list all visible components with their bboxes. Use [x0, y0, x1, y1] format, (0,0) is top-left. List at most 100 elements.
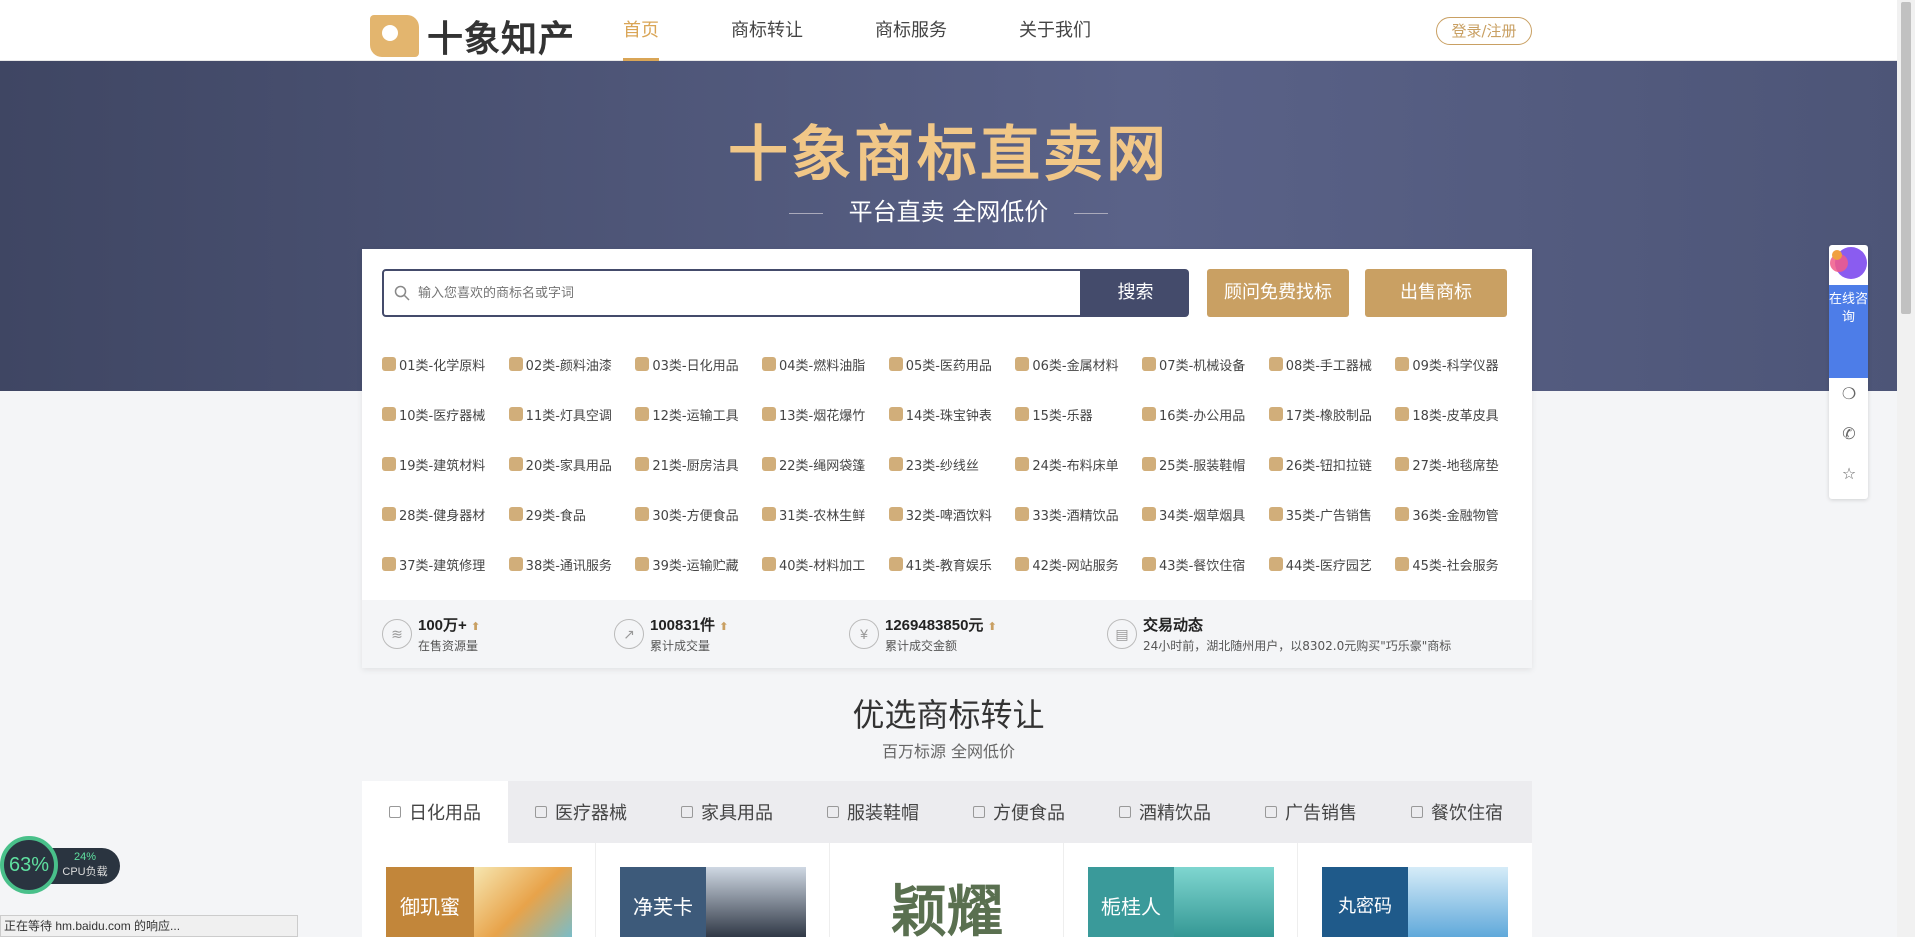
up-arrow-icon: ⬆ — [470, 621, 481, 633]
cpu-monitor-widget[interactable]: 24% CPU负载 63% — [0, 836, 120, 896]
category-grid: 01类-化学原料 02类-颜料油漆 03类-日化用品 04类-燃料油脂 05类-… — [382, 339, 1522, 589]
tab-furniture[interactable]: 家具用品 — [654, 781, 800, 843]
category-link[interactable]: 32类-啤酒饮料 — [888, 505, 1016, 524]
trademark-card[interactable]: 颖耀 — [830, 843, 1064, 937]
wechat-icon[interactable]: ❍ — [1839, 385, 1859, 405]
chat-bubble-icon[interactable] — [1825, 245, 1869, 285]
stat-resources: ≋ 100万+ ⬆ 在售资源量 — [382, 614, 480, 654]
trademark-card[interactable]: 丸密码 — [1298, 843, 1532, 937]
logo-text: 十象知产 — [427, 19, 576, 60]
category-link[interactable]: 02类-颜料油漆 — [508, 355, 636, 374]
category-icon — [762, 407, 777, 421]
category-link[interactable]: 06类-金属材料 — [1015, 355, 1142, 374]
sell-trademark-button[interactable]: 出售商标 — [1365, 269, 1507, 317]
category-icon — [762, 557, 777, 571]
category-icon — [635, 357, 650, 371]
tab-alcohol[interactable]: 酒精饮品 — [1092, 781, 1238, 843]
phone-icon[interactable]: ✆ — [1839, 425, 1859, 445]
category-link[interactable]: 39类-运输贮藏 — [635, 555, 762, 574]
category-link[interactable]: 19类-建筑材料 — [382, 455, 509, 474]
category-link[interactable]: 04类-燃料油脂 — [762, 355, 889, 374]
trademark-card[interactable]: 净芙卡 — [596, 843, 830, 937]
category-link[interactable]: 10类-医疗器械 — [382, 405, 509, 424]
category-link[interactable]: 45类-社会服务 — [1395, 555, 1522, 574]
category-link[interactable]: 25类-服装鞋帽 — [1142, 455, 1269, 474]
category-link[interactable]: 08类-手工器械 — [1268, 355, 1396, 374]
category-link[interactable]: 36类-金融物管 — [1395, 505, 1522, 524]
category-link[interactable]: 09类-科学仪器 — [1395, 355, 1522, 374]
tab-catering[interactable]: 餐饮住宿 — [1384, 781, 1530, 843]
category-link[interactable]: 15类-乐器 — [1015, 405, 1142, 424]
category-link[interactable]: 35类-广告销售 — [1268, 505, 1396, 524]
category-icon — [635, 507, 650, 521]
category-link[interactable]: 28类-健身器材 — [382, 505, 509, 524]
trademark-card[interactable]: 栀桂人 — [1064, 843, 1298, 937]
login-register-button[interactable]: 登录/注册 — [1436, 17, 1532, 45]
category-link[interactable]: 12类-运输工具 — [635, 405, 762, 424]
category-link[interactable]: 17类-橡胶制品 — [1268, 405, 1396, 424]
category-link[interactable]: 38类-通讯服务 — [508, 555, 636, 574]
category-icon — [888, 557, 903, 571]
category-link[interactable]: 22类-绳网袋篷 — [762, 455, 889, 474]
cpu-load-percent: 24% — [73, 851, 97, 863]
category-link[interactable]: 40类-材料加工 — [762, 555, 889, 574]
cpu-load-panel: 24% CPU负载 — [50, 848, 120, 884]
category-link[interactable]: 05类-医药用品 — [888, 355, 1016, 374]
category-link[interactable]: 33类-酒精饮品 — [1015, 505, 1142, 524]
category-link[interactable]: 26类-钮扣拉链 — [1268, 455, 1396, 474]
category-link[interactable]: 29类-食品 — [508, 505, 636, 524]
tab-medical[interactable]: 医疗器械 — [508, 781, 654, 843]
search-button[interactable]: 搜索 — [1082, 269, 1189, 317]
search-input[interactable] — [418, 285, 1018, 301]
category-link[interactable]: 44类-医疗园艺 — [1268, 555, 1396, 574]
category-link[interactable]: 07类-机械设备 — [1142, 355, 1269, 374]
category-link[interactable]: 01类-化学原料 — [382, 355, 509, 374]
category-link[interactable]: 43类-餐饮住宿 — [1142, 555, 1269, 574]
floating-sidebar: 在线咨询 ❍ ✆ ☆ — [1829, 245, 1868, 499]
category-link[interactable]: 30类-方便食品 — [635, 505, 762, 524]
star-icon[interactable]: ☆ — [1839, 465, 1859, 485]
trademark-card[interactable]: 御玑蜜 — [362, 843, 596, 937]
nav-trademark-transfer[interactable]: 商标转让 — [731, 0, 803, 61]
category-link[interactable]: 20类-家具用品 — [508, 455, 636, 474]
tab-advertising[interactable]: 广告销售 — [1238, 781, 1384, 843]
category-link[interactable]: 18类-皮革皮具 — [1395, 405, 1522, 424]
category-link[interactable]: 41类-教育娱乐 — [888, 555, 1016, 574]
tab-clothing[interactable]: 服装鞋帽 — [800, 781, 946, 843]
cloche-icon — [1411, 806, 1423, 818]
category-row: 01类-化学原料 02类-颜料油漆 03类-日化用品 04类-燃料油脂 05类-… — [382, 339, 1522, 389]
category-link[interactable]: 37类-建筑修理 — [382, 555, 509, 574]
search-panel: 搜索 顾问免费找标 出售商标 01类-化学原料 02类-颜料油漆 03类-日化用… — [362, 249, 1532, 668]
category-link[interactable]: 31类-农林生鲜 — [762, 505, 889, 524]
stat-amount-value: 1269483850元 — [885, 617, 984, 634]
category-icon — [635, 407, 650, 421]
category-link[interactable]: 14类-珠宝钟表 — [888, 405, 1016, 424]
trademark-cards: 御玑蜜 净芙卡 颖耀 栀桂人 丸密码 — [362, 843, 1532, 937]
category-link[interactable]: 16类-办公用品 — [1142, 405, 1269, 424]
category-link[interactable]: 03类-日化用品 — [635, 355, 762, 374]
stat-deals-value: 100831件 — [650, 617, 716, 634]
category-link[interactable]: 24类-布料床单 — [1015, 455, 1142, 474]
brand-logo: 净芙卡 — [620, 867, 706, 937]
page-scrollbar[interactable] — [1897, 0, 1915, 937]
advisor-find-button[interactable]: 顾问免费找标 — [1207, 269, 1349, 317]
nav-home[interactable]: 首页 — [623, 0, 659, 61]
category-link[interactable]: 42类-网站服务 — [1015, 555, 1142, 574]
category-icon — [1142, 457, 1157, 471]
category-link[interactable]: 27类-地毯席垫 — [1395, 455, 1522, 474]
shirt-icon — [827, 806, 839, 818]
category-link[interactable]: 13类-烟花爆竹 — [762, 405, 889, 424]
category-link[interactable]: 11类-灯具空调 — [508, 405, 636, 424]
nav-about-us[interactable]: 关于我们 — [1019, 0, 1091, 61]
category-link[interactable]: 21类-厨房洁具 — [635, 455, 762, 474]
tab-daily-chemicals[interactable]: 日化用品 — [362, 781, 508, 843]
category-link[interactable]: 34类-烟草烟具 — [1142, 505, 1269, 524]
online-consult-button[interactable]: 在线咨询 — [1829, 285, 1868, 378]
tab-convenience-food[interactable]: 方便食品 — [946, 781, 1092, 843]
nav-trademark-service[interactable]: 商标服务 — [875, 0, 947, 61]
scrollbar-thumb[interactable] — [1901, 2, 1911, 314]
up-arrow-icon: ⬆ — [719, 621, 729, 633]
site-logo[interactable]: 十象知产 — [370, 10, 575, 62]
category-link[interactable]: 23类-纱线丝 — [888, 455, 1016, 474]
syringe-icon — [535, 806, 547, 818]
